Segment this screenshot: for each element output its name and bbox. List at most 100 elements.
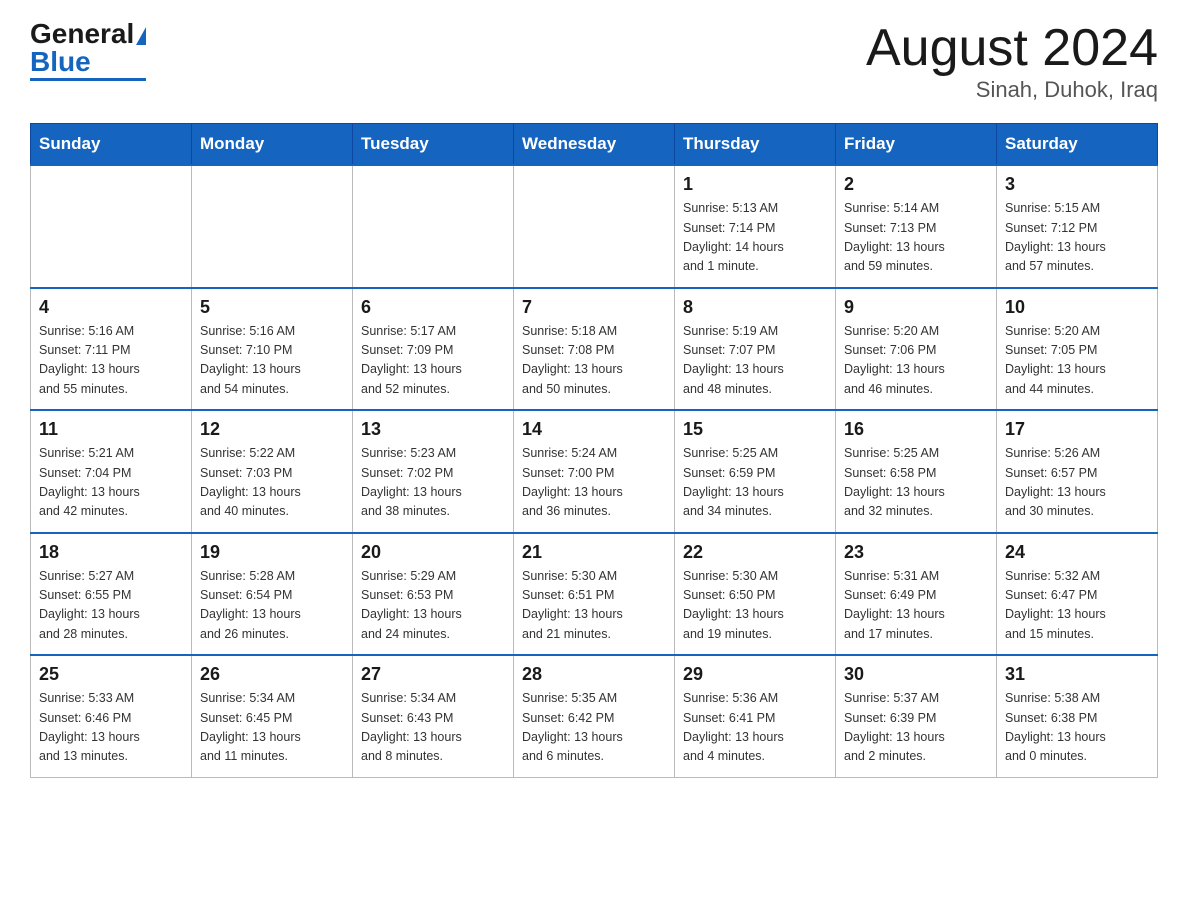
day-number: 8 — [683, 297, 827, 318]
calendar-cell: 7Sunrise: 5:18 AM Sunset: 7:08 PM Daylig… — [514, 288, 675, 411]
calendar-cell: 10 Sunrise: 5:20 AM Sunset: 7:05 PM Dayli… — [997, 288, 1158, 411]
day-number: 17 — [1005, 419, 1149, 440]
calendar-cell: 20 Sunrise: 5:29 AM Sunset: 6:53 PM Dayli… — [353, 533, 514, 656]
day-info: Sunrise: 5:36 AM Sunset: 6:41 PM Dayligh… — [683, 689, 827, 767]
day-info: Sunrise: 5:29 AM Sunset: 6:53 PM Dayligh… — [361, 567, 505, 645]
calendar-cell: 31Sunrise: 5:38 AM Sunset: 6:38 PM Dayli… — [997, 655, 1158, 777]
calendar-week-row: 1 Sunrise: 5:13 AM Sunset: 7:14 PM Daylig… — [31, 165, 1158, 288]
day-info: Sunrise: 5:35 AM Sunset: 6:42 PM Dayligh… — [522, 689, 666, 767]
day-number: 13 — [361, 419, 505, 440]
calendar-cell: 2Sunrise: 5:14 AM Sunset: 7:13 PM Daylig… — [836, 165, 997, 288]
logo-blue: Blue — [30, 46, 91, 77]
day-info: Sunrise: 5:37 AM Sunset: 6:39 PM Dayligh… — [844, 689, 988, 767]
col-header-monday: Monday — [192, 124, 353, 166]
day-number: 29 — [683, 664, 827, 685]
calendar-cell: 19 Sunrise: 5:28 AM Sunset: 6:54 PM Dayli… — [192, 533, 353, 656]
calendar-week-row: 4Sunrise: 5:16 AM Sunset: 7:11 PM Daylig… — [31, 288, 1158, 411]
day-info: Sunrise: 5:20 AM Sunset: 7:05 PM Dayligh… — [1005, 322, 1149, 400]
calendar-cell: 15 Sunrise: 5:25 AM Sunset: 6:59 PM Dayli… — [675, 410, 836, 533]
day-info: Sunrise: 5:31 AM Sunset: 6:49 PM Dayligh… — [844, 567, 988, 645]
calendar-cell: 6 Sunrise: 5:17 AM Sunset: 7:09 PM Daylig… — [353, 288, 514, 411]
day-number: 12 — [200, 419, 344, 440]
day-number: 14 — [522, 419, 666, 440]
day-info: Sunrise: 5:17 AM Sunset: 7:09 PM Dayligh… — [361, 322, 505, 400]
day-number: 22 — [683, 542, 827, 563]
day-number: 25 — [39, 664, 183, 685]
month-title: August 2024 — [866, 20, 1158, 77]
day-number: 3 — [1005, 174, 1149, 195]
title-block: August 2024 Sinah, Duhok, Iraq — [866, 20, 1158, 103]
calendar-cell: 4Sunrise: 5:16 AM Sunset: 7:11 PM Daylig… — [31, 288, 192, 411]
col-header-sunday: Sunday — [31, 124, 192, 166]
calendar-cell — [192, 165, 353, 288]
calendar-week-row: 11 Sunrise: 5:21 AM Sunset: 7:04 PM Dayli… — [31, 410, 1158, 533]
location-title: Sinah, Duhok, Iraq — [866, 77, 1158, 103]
day-number: 1 — [683, 174, 827, 195]
calendar-cell: 9Sunrise: 5:20 AM Sunset: 7:06 PM Daylig… — [836, 288, 997, 411]
day-number: 2 — [844, 174, 988, 195]
day-info: Sunrise: 5:16 AM Sunset: 7:11 PM Dayligh… — [39, 322, 183, 400]
day-number: 11 — [39, 419, 183, 440]
calendar-cell: 1 Sunrise: 5:13 AM Sunset: 7:14 PM Daylig… — [675, 165, 836, 288]
logo-triangle-icon — [136, 27, 146, 45]
calendar-cell: 23 Sunrise: 5:31 AM Sunset: 6:49 PM Dayli… — [836, 533, 997, 656]
day-info: Sunrise: 5:22 AM Sunset: 7:03 PM Dayligh… — [200, 444, 344, 522]
day-number: 18 — [39, 542, 183, 563]
day-info: Sunrise: 5:13 AM Sunset: 7:14 PM Dayligh… — [683, 199, 827, 277]
day-number: 24 — [1005, 542, 1149, 563]
calendar-header-row: SundayMondayTuesdayWednesdayThursdayFrid… — [31, 124, 1158, 166]
calendar-cell: 11 Sunrise: 5:21 AM Sunset: 7:04 PM Dayli… — [31, 410, 192, 533]
calendar-cell: 26 Sunrise: 5:34 AM Sunset: 6:45 PM Dayli… — [192, 655, 353, 777]
day-info: Sunrise: 5:24 AM Sunset: 7:00 PM Dayligh… — [522, 444, 666, 522]
calendar-cell — [353, 165, 514, 288]
day-info: Sunrise: 5:28 AM Sunset: 6:54 PM Dayligh… — [200, 567, 344, 645]
col-header-thursday: Thursday — [675, 124, 836, 166]
col-header-tuesday: Tuesday — [353, 124, 514, 166]
day-info: Sunrise: 5:23 AM Sunset: 7:02 PM Dayligh… — [361, 444, 505, 522]
logo-text: General Blue — [30, 20, 146, 76]
day-info: Sunrise: 5:34 AM Sunset: 6:43 PM Dayligh… — [361, 689, 505, 767]
calendar-table: SundayMondayTuesdayWednesdayThursdayFrid… — [30, 123, 1158, 778]
calendar-cell: 14 Sunrise: 5:24 AM Sunset: 7:00 PM Dayli… — [514, 410, 675, 533]
day-number: 16 — [844, 419, 988, 440]
day-info: Sunrise: 5:25 AM Sunset: 6:58 PM Dayligh… — [844, 444, 988, 522]
day-info: Sunrise: 5:30 AM Sunset: 6:51 PM Dayligh… — [522, 567, 666, 645]
day-info: Sunrise: 5:16 AM Sunset: 7:10 PM Dayligh… — [200, 322, 344, 400]
day-info: Sunrise: 5:32 AM Sunset: 6:47 PM Dayligh… — [1005, 567, 1149, 645]
day-info: Sunrise: 5:38 AM Sunset: 6:38 PM Dayligh… — [1005, 689, 1149, 767]
calendar-cell: 24 Sunrise: 5:32 AM Sunset: 6:47 PM Dayli… — [997, 533, 1158, 656]
day-info: Sunrise: 5:34 AM Sunset: 6:45 PM Dayligh… — [200, 689, 344, 767]
day-number: 23 — [844, 542, 988, 563]
logo: General Blue — [30, 20, 146, 81]
day-number: 19 — [200, 542, 344, 563]
calendar-cell: 28 Sunrise: 5:35 AM Sunset: 6:42 PM Dayli… — [514, 655, 675, 777]
day-number: 9 — [844, 297, 988, 318]
calendar-cell: 5 Sunrise: 5:16 AM Sunset: 7:10 PM Daylig… — [192, 288, 353, 411]
calendar-cell: 29 Sunrise: 5:36 AM Sunset: 6:41 PM Dayli… — [675, 655, 836, 777]
day-number: 10 — [1005, 297, 1149, 318]
calendar-week-row: 18Sunrise: 5:27 AM Sunset: 6:55 PM Dayli… — [31, 533, 1158, 656]
col-header-friday: Friday — [836, 124, 997, 166]
calendar-cell: 3Sunrise: 5:15 AM Sunset: 7:12 PM Daylig… — [997, 165, 1158, 288]
day-number: 20 — [361, 542, 505, 563]
day-number: 21 — [522, 542, 666, 563]
logo-underline — [30, 78, 146, 81]
day-number: 15 — [683, 419, 827, 440]
calendar-week-row: 25Sunrise: 5:33 AM Sunset: 6:46 PM Dayli… — [31, 655, 1158, 777]
calendar-cell: 17 Sunrise: 5:26 AM Sunset: 6:57 PM Dayli… — [997, 410, 1158, 533]
col-header-saturday: Saturday — [997, 124, 1158, 166]
calendar-cell: 16 Sunrise: 5:25 AM Sunset: 6:58 PM Dayli… — [836, 410, 997, 533]
day-info: Sunrise: 5:25 AM Sunset: 6:59 PM Dayligh… — [683, 444, 827, 522]
day-info: Sunrise: 5:21 AM Sunset: 7:04 PM Dayligh… — [39, 444, 183, 522]
page-header: General Blue August 2024 Sinah, Duhok, I… — [30, 20, 1158, 103]
day-number: 5 — [200, 297, 344, 318]
day-info: Sunrise: 5:30 AM Sunset: 6:50 PM Dayligh… — [683, 567, 827, 645]
day-info: Sunrise: 5:26 AM Sunset: 6:57 PM Dayligh… — [1005, 444, 1149, 522]
day-number: 28 — [522, 664, 666, 685]
calendar-cell: 22 Sunrise: 5:30 AM Sunset: 6:50 PM Dayli… — [675, 533, 836, 656]
day-number: 27 — [361, 664, 505, 685]
day-info: Sunrise: 5:18 AM Sunset: 7:08 PM Dayligh… — [522, 322, 666, 400]
day-number: 26 — [200, 664, 344, 685]
day-number: 6 — [361, 297, 505, 318]
calendar-cell: 27 Sunrise: 5:34 AM Sunset: 6:43 PM Dayli… — [353, 655, 514, 777]
